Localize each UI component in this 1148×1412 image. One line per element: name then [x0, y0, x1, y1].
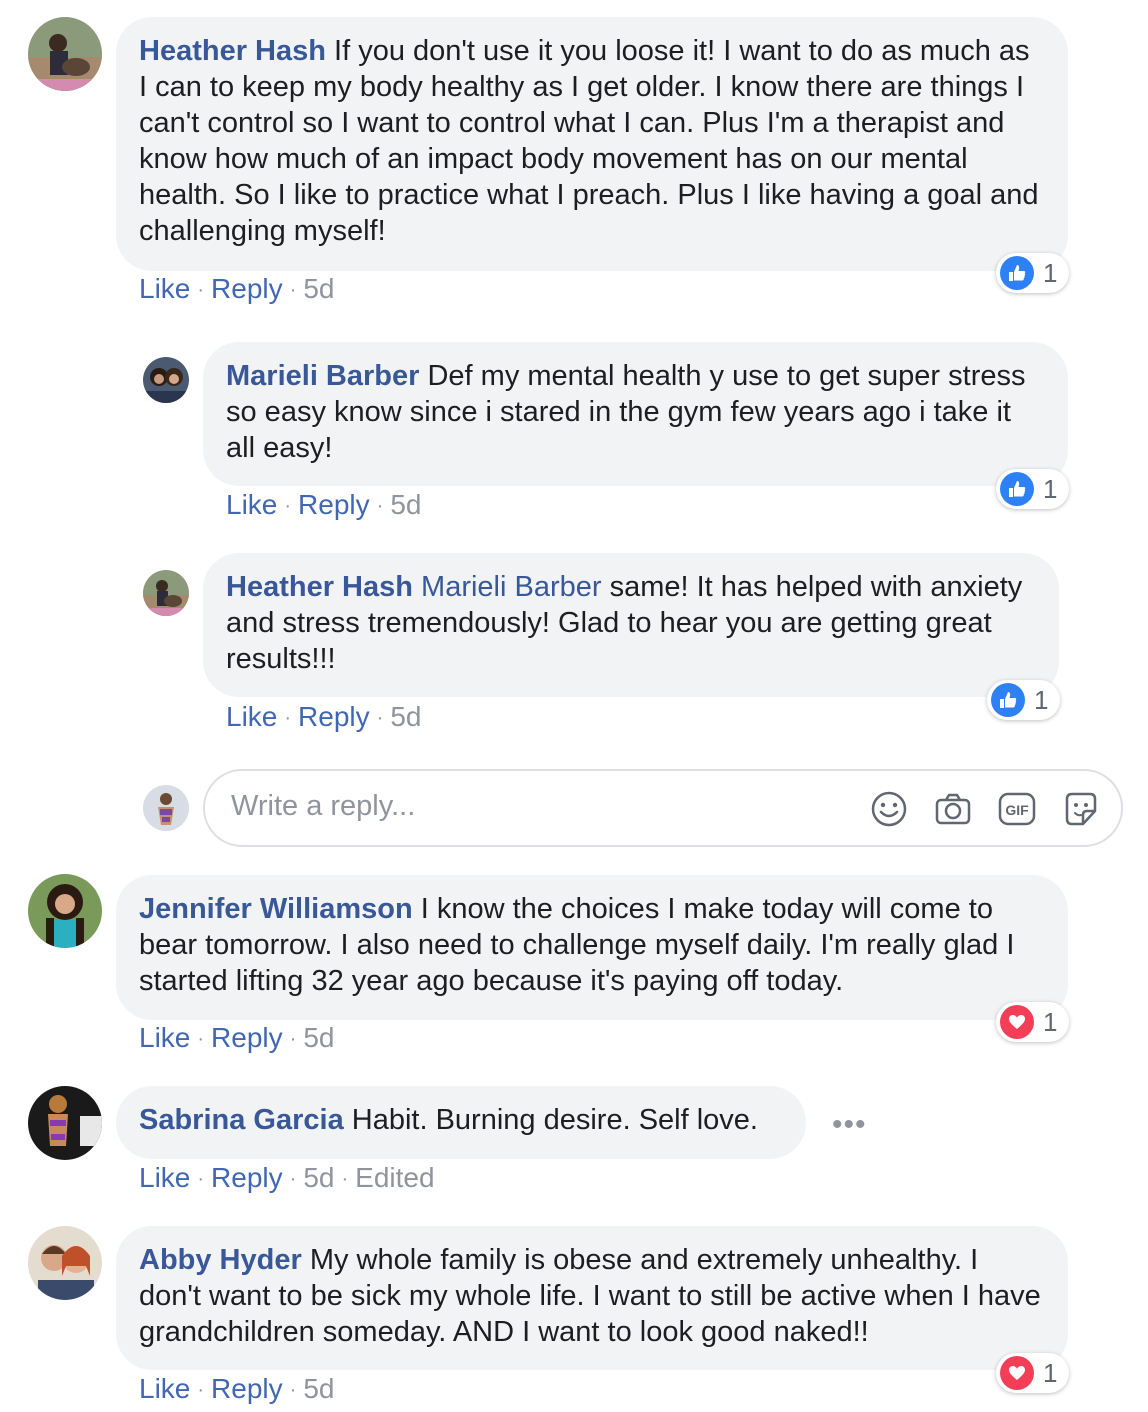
comment-bubble: Abby Hyder My whole family is obese and …: [116, 1226, 1068, 1370]
sticker-icon[interactable]: [1061, 789, 1101, 829]
reply-button[interactable]: Reply: [211, 1162, 283, 1193]
separator: ·: [289, 1168, 297, 1191]
separator: ·: [284, 495, 292, 518]
comment-actions: Like · Reply · 5d: [139, 1022, 334, 1054]
like-button[interactable]: Like: [139, 1162, 190, 1193]
separator: ·: [289, 1379, 297, 1402]
comment-actions: Like · Reply · 5d · Edited: [139, 1162, 435, 1194]
comment-actions: Like · Reply · 5d: [139, 273, 334, 305]
separator: ·: [197, 1168, 205, 1191]
reply-actions: Like · Reply · 5d: [226, 489, 421, 521]
thumbs-up-icon: [991, 683, 1025, 717]
edited-label[interactable]: Edited: [355, 1162, 434, 1193]
camera-icon[interactable]: [933, 789, 973, 829]
reaction-badge[interactable]: 1: [996, 469, 1070, 509]
separator: ·: [376, 707, 384, 730]
comment-author[interactable]: Jennifer Williamson: [139, 893, 413, 925]
reply-author[interactable]: Marieli Barber: [226, 360, 419, 392]
reply-author[interactable]: Heather Hash: [226, 571, 413, 603]
current-user-avatar: [143, 785, 189, 831]
avatar-heather-hash[interactable]: [28, 17, 102, 91]
timestamp[interactable]: 5d: [303, 1162, 334, 1193]
separator: ·: [197, 1379, 205, 1402]
like-button[interactable]: Like: [226, 489, 277, 520]
gif-icon[interactable]: GIF: [997, 789, 1037, 829]
reaction-count: 1: [1043, 257, 1058, 288]
separator: ·: [341, 1168, 349, 1191]
separator: ·: [197, 1028, 205, 1051]
reaction-count: 1: [1043, 1006, 1058, 1037]
avatar-marieli-barber[interactable]: [143, 357, 189, 403]
comment-author[interactable]: Sabrina Garcia: [139, 1104, 344, 1136]
timestamp[interactable]: 5d: [303, 273, 334, 304]
more-options-icon[interactable]: •••: [832, 1108, 867, 1142]
comment-actions: Like · Reply · 5d: [139, 1373, 334, 1405]
separator: ·: [289, 279, 297, 302]
reaction-badge[interactable]: 1: [996, 1002, 1070, 1042]
comment-bubble: Sabrina Garcia Habit. Burning desire. Se…: [116, 1086, 806, 1159]
like-button[interactable]: Like: [139, 273, 190, 304]
reply-button[interactable]: Reply: [298, 489, 370, 520]
thumbs-up-icon: [1000, 472, 1034, 506]
avatar-abby-hyder[interactable]: [28, 1226, 102, 1300]
separator: ·: [284, 707, 292, 730]
comment-author[interactable]: Heather Hash: [139, 35, 326, 67]
comment-bubble: Jennifer Williamson I know the choices I…: [116, 875, 1068, 1020]
mention-link[interactable]: Marieli Barber: [421, 571, 602, 603]
reply-bubble: Marieli Barber Def my mental health y us…: [203, 342, 1068, 486]
separator: ·: [197, 279, 205, 302]
reply-actions: Like · Reply · 5d: [226, 701, 421, 733]
reply-composer[interactable]: GIF: [203, 769, 1123, 847]
comment-text: Habit. Burning desire. Self love.: [343, 1104, 758, 1136]
svg-text:GIF: GIF: [1005, 802, 1029, 818]
timestamp[interactable]: 5d: [390, 489, 421, 520]
separator: ·: [289, 1028, 297, 1051]
thumbs-up-icon: [1000, 256, 1034, 290]
heart-icon: [1000, 1356, 1034, 1390]
reaction-count: 1: [1043, 473, 1058, 504]
avatar-jennifer-williamson[interactable]: [28, 874, 102, 948]
reply-button[interactable]: Reply: [211, 1022, 283, 1053]
reply-button[interactable]: Reply: [298, 701, 370, 732]
timestamp[interactable]: 5d: [390, 701, 421, 732]
like-button[interactable]: Like: [139, 1022, 190, 1053]
avatar-heather-hash[interactable]: [143, 570, 189, 616]
reply-button[interactable]: Reply: [211, 273, 283, 304]
reaction-count: 1: [1034, 684, 1049, 715]
comment-author[interactable]: Abby Hyder: [139, 1244, 302, 1276]
reaction-badge[interactable]: 1: [987, 680, 1061, 720]
timestamp[interactable]: 5d: [303, 1022, 334, 1053]
like-button[interactable]: Like: [226, 701, 277, 732]
reaction-badge[interactable]: 1: [996, 1353, 1070, 1393]
reply-bubble: Heather Hash Marieli Barber same! It has…: [203, 553, 1059, 697]
reaction-badge[interactable]: 1: [996, 253, 1070, 293]
comment-bubble: Heather Hash If you don't use it you loo…: [116, 17, 1068, 271]
reply-input[interactable]: [231, 790, 791, 823]
like-button[interactable]: Like: [139, 1373, 190, 1404]
heart-icon: [1000, 1005, 1034, 1039]
reply-button[interactable]: Reply: [211, 1373, 283, 1404]
avatar-sabrina-garcia[interactable]: [28, 1086, 102, 1160]
timestamp[interactable]: 5d: [303, 1373, 334, 1404]
separator: ·: [376, 495, 384, 518]
reaction-count: 1: [1043, 1357, 1058, 1388]
emoji-icon[interactable]: [869, 789, 909, 829]
